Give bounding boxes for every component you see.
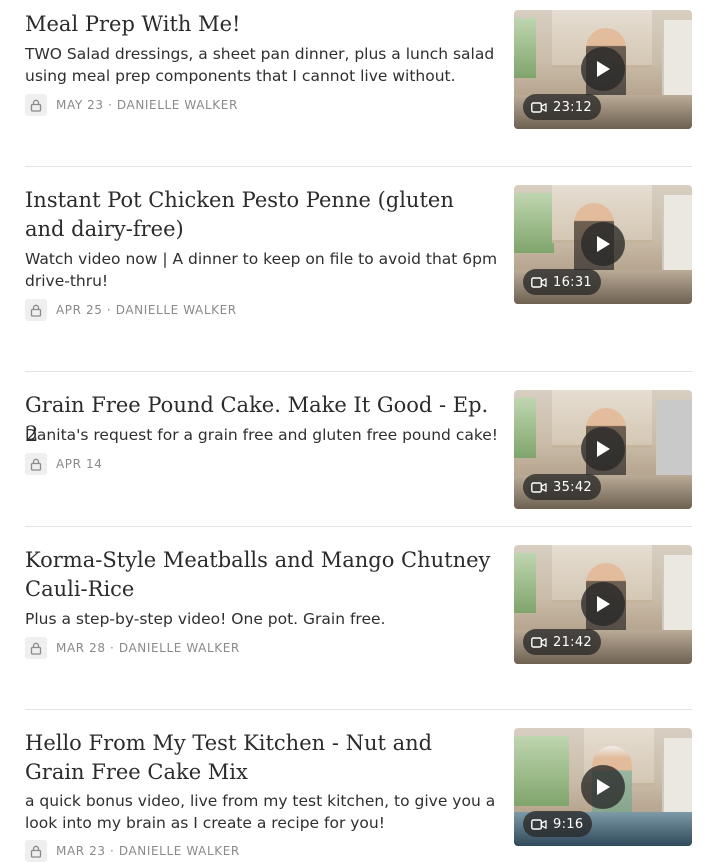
video-camera-icon: [531, 98, 547, 117]
post-date-author: MAR 28 · DANIELLE WALKER: [56, 641, 240, 655]
video-thumbnail[interactable]: 16:31: [514, 185, 692, 304]
post-date-author: APR 25 · DANIELLE WALKER: [56, 303, 237, 317]
divider: [25, 709, 692, 710]
post-subtitle: Watch video now | A dinner to keep on fi…: [25, 250, 498, 290]
post-meta: MAY 23 · DANIELLE WALKER: [25, 94, 238, 116]
video-duration: 35:42: [553, 479, 592, 495]
post-subtitle: TWO Salad dressings, a sheet pan dinner,…: [25, 45, 495, 85]
video-camera-icon: [531, 815, 547, 834]
video-duration-badge: 21:42: [523, 629, 601, 655]
play-icon[interactable]: [581, 765, 625, 809]
play-icon[interactable]: [581, 222, 625, 266]
post-title[interactable]: Meal Prep With Me!: [25, 10, 495, 39]
post-subtitle: a quick bonus video, live from my test k…: [25, 792, 496, 832]
divider: [25, 371, 692, 372]
video-duration: 9:16: [553, 816, 584, 832]
post-title[interactable]: Instant Pot Chicken Pesto Penne (gluten …: [25, 186, 495, 244]
video-camera-icon: [531, 633, 547, 652]
post-title[interactable]: Korma-Style Meatballs and Mango Chutney …: [25, 546, 495, 604]
post-date-author: MAY 23 · DANIELLE WALKER: [56, 98, 238, 112]
post-meta: APR 14: [25, 453, 102, 475]
video-duration: 21:42: [553, 634, 592, 650]
post-subtitle: Danita's request for a grain free and gl…: [25, 426, 499, 444]
play-icon[interactable]: [581, 47, 625, 91]
post-date-author: MAR 23 · DANIELLE WALKER: [56, 844, 240, 858]
lock-icon: [25, 637, 47, 659]
lock-icon: [25, 94, 47, 116]
post-meta: MAR 23 · DANIELLE WALKER: [25, 840, 240, 862]
post-meta: APR 25 · DANIELLE WALKER: [25, 299, 237, 321]
video-thumbnail[interactable]: 35:42: [514, 390, 692, 509]
video-duration: 23:12: [553, 99, 592, 115]
video-camera-icon: [531, 273, 547, 292]
divider: [25, 526, 692, 527]
video-duration-badge: 9:16: [523, 811, 593, 837]
post-title[interactable]: Hello From My Test Kitchen - Nut and Gra…: [25, 729, 495, 787]
play-icon[interactable]: [581, 582, 625, 626]
lock-icon: [25, 453, 47, 475]
video-camera-icon: [531, 478, 547, 497]
video-thumbnail[interactable]: 23:12: [514, 10, 692, 129]
divider: [25, 166, 692, 167]
post-meta: MAR 28 · DANIELLE WALKER: [25, 637, 240, 659]
video-thumbnail[interactable]: 21:42: [514, 545, 692, 664]
lock-icon: [25, 840, 47, 862]
post-subtitle: Plus a step-by-step video! One pot. Grai…: [25, 610, 386, 628]
play-icon[interactable]: [581, 427, 625, 471]
video-duration-badge: 16:31: [523, 269, 601, 295]
video-thumbnail[interactable]: 9:16: [514, 728, 692, 846]
lock-icon: [25, 299, 47, 321]
video-duration: 16:31: [553, 274, 592, 290]
video-duration-badge: 35:42: [523, 474, 601, 500]
post-date: APR 14: [56, 457, 103, 471]
video-duration-badge: 23:12: [523, 94, 601, 120]
